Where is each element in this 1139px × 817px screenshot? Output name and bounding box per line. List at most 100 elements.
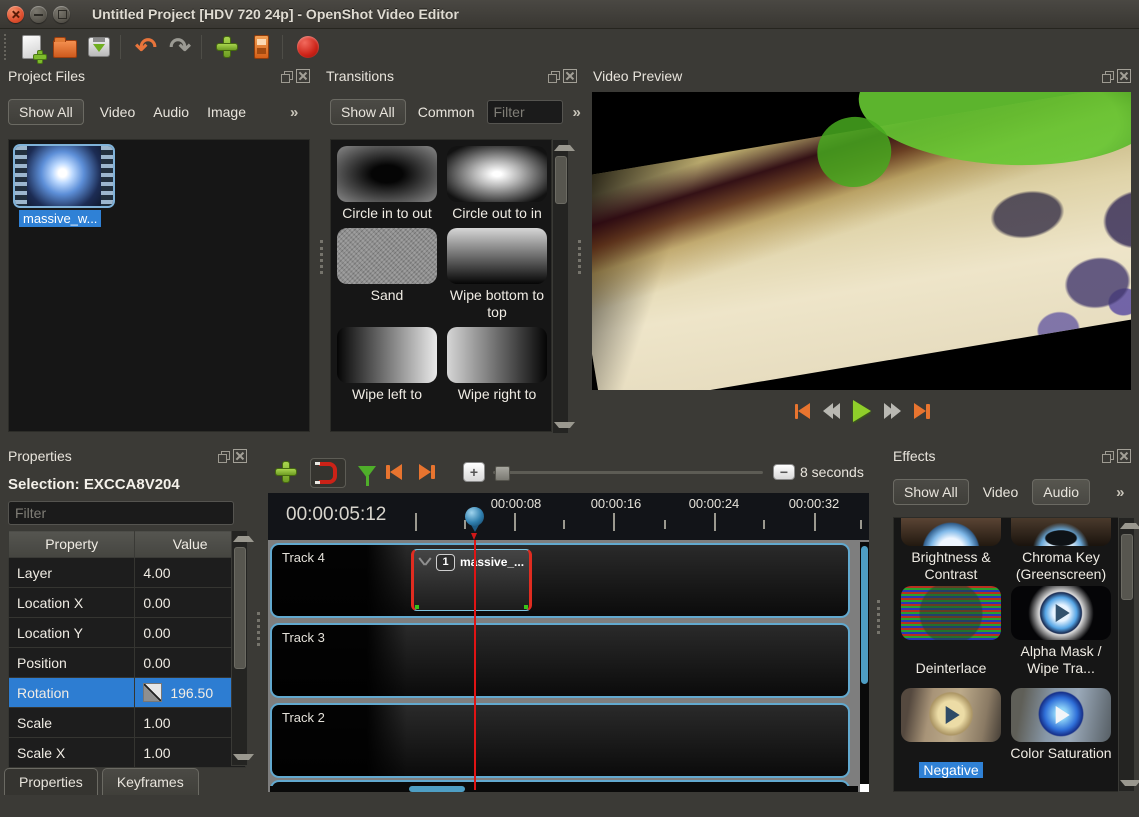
redo-button[interactable]: ↷: [165, 33, 195, 61]
transition-item[interactable]: Wipe bottom to top: [445, 228, 549, 321]
tab-properties[interactable]: Properties: [4, 768, 98, 795]
scrollbar-thumb[interactable]: [555, 156, 567, 204]
transitions-tab-common[interactable]: Common: [416, 100, 477, 124]
float-panel-icon[interactable]: [1102, 71, 1113, 82]
export-video-button[interactable]: [293, 33, 323, 61]
column-header-value[interactable]: Value: [135, 531, 246, 558]
open-project-button[interactable]: [50, 33, 80, 61]
project-files-tab-video[interactable]: Video: [98, 100, 138, 124]
scroll-up-icon[interactable]: [1120, 523, 1139, 529]
zoom-out-button[interactable]: −: [773, 458, 795, 486]
project-files-tab-image[interactable]: Image: [205, 100, 248, 124]
scroll-down-icon[interactable]: [554, 422, 575, 428]
property-row[interactable]: Scale X1.00: [9, 738, 246, 768]
timeline-clip[interactable]: 1 massive_...: [411, 549, 532, 611]
fast-forward-button[interactable]: [884, 403, 901, 419]
property-value[interactable]: 1.00: [135, 708, 246, 738]
transition-item[interactable]: Circle in to out: [335, 146, 439, 222]
previous-marker-button[interactable]: [386, 458, 402, 486]
timeline-tracks-area[interactable]: Track 4 1 massive_... Track 3 Track 2: [268, 540, 869, 792]
file-thumbnail[interactable]: [15, 146, 113, 206]
effects-overflow-chevron[interactable]: »: [1116, 484, 1124, 501]
playhead-marker[interactable]: [465, 507, 484, 540]
transition-item[interactable]: Wipe right to: [445, 327, 549, 403]
project-files-tab-audio[interactable]: Audio: [151, 100, 191, 124]
file-name-selected[interactable]: massive_w...: [19, 210, 101, 227]
property-row-selected[interactable]: Rotation 196.50: [9, 678, 246, 708]
add-track-button[interactable]: [276, 458, 296, 486]
effects-tab-show-all[interactable]: Show All: [893, 479, 969, 505]
property-row[interactable]: Position0.00: [9, 648, 246, 678]
slider-thumb[interactable]: [495, 466, 510, 481]
effects-tab-video[interactable]: Video: [981, 480, 1021, 504]
property-row[interactable]: Location Y0.00: [9, 618, 246, 648]
effects-scrollbar[interactable]: [1118, 517, 1135, 792]
import-sequence-button[interactable]: [246, 33, 276, 61]
transition-item[interactable]: Wipe left to: [335, 327, 439, 403]
toolbar-drag-handle[interactable]: [4, 34, 12, 60]
scroll-up-icon[interactable]: [233, 536, 254, 542]
next-marker-button[interactable]: [419, 458, 435, 486]
chevron-down-icon[interactable]: [420, 557, 430, 565]
timeline-ruler[interactable]: 00:00:05:12 00:00:08 00:00:16 00:00:24 0…: [268, 493, 869, 541]
project-files-tab-show-all[interactable]: Show All: [8, 99, 84, 125]
project-files-overflow-chevron[interactable]: »: [290, 104, 298, 121]
properties-scrollbar[interactable]: [231, 530, 248, 766]
splitter-handle[interactable]: [578, 240, 585, 274]
transitions-filter-input[interactable]: [487, 100, 563, 124]
transitions-tab-show-all[interactable]: Show All: [330, 99, 406, 125]
scrollbar-thumb[interactable]: [1121, 534, 1133, 600]
property-value[interactable]: 0.00: [135, 648, 246, 678]
track-3[interactable]: Track 3: [270, 623, 850, 698]
splitter-handle[interactable]: [320, 240, 327, 274]
float-panel-icon[interactable]: [281, 71, 292, 82]
scrollbar-thumb[interactable]: [861, 546, 868, 684]
effect-item[interactable]: Deinterlace: [898, 586, 1004, 677]
scrollbar-thumb[interactable]: [234, 547, 246, 669]
keyframe-interpolation-icon[interactable]: [143, 683, 162, 702]
jump-to-end-button[interactable]: [914, 403, 930, 419]
property-row[interactable]: Layer4.00: [9, 558, 246, 588]
scroll-down-icon[interactable]: [1120, 780, 1139, 786]
tab-keyframes[interactable]: Keyframes: [102, 768, 199, 795]
effect-item[interactable]: Chroma Key (Greenscreen): [1008, 518, 1114, 583]
track-2[interactable]: Track 2: [270, 703, 850, 778]
zoom-in-button[interactable]: +: [463, 458, 485, 486]
scroll-down-icon[interactable]: [233, 754, 254, 760]
property-value[interactable]: 196.50: [135, 678, 246, 708]
transitions-scrollbar[interactable]: [552, 139, 569, 434]
timeline-vertical-scrollbar[interactable]: [860, 542, 869, 785]
import-files-button[interactable]: [212, 33, 242, 61]
close-panel-icon[interactable]: [233, 449, 247, 463]
save-project-button[interactable]: [84, 33, 114, 61]
float-panel-icon[interactable]: [218, 451, 229, 462]
new-project-button[interactable]: [16, 33, 46, 61]
scrollbar-thumb[interactable]: [409, 786, 465, 792]
transition-item[interactable]: Circle out to in: [445, 146, 549, 222]
razor-tool-button[interactable]: [358, 458, 376, 486]
close-panel-icon[interactable]: [296, 69, 310, 83]
properties-filter-input[interactable]: [8, 501, 234, 525]
property-value[interactable]: 0.00: [135, 588, 246, 618]
window-close-button[interactable]: [7, 6, 24, 23]
property-value[interactable]: 1.00: [135, 738, 246, 768]
effect-item[interactable]: Alpha Mask / Wipe Tra...: [1008, 586, 1114, 677]
window-minimize-button[interactable]: [30, 6, 47, 23]
float-panel-icon[interactable]: [1102, 451, 1113, 462]
clip-handle[interactable]: [415, 605, 419, 609]
close-panel-icon[interactable]: [1117, 449, 1131, 463]
property-value[interactable]: 4.00: [135, 558, 246, 588]
jump-to-start-button[interactable]: [795, 403, 811, 419]
scroll-up-icon[interactable]: [554, 145, 575, 151]
snapping-toggle-button[interactable]: [310, 458, 346, 488]
rewind-button[interactable]: [823, 403, 840, 419]
close-panel-icon[interactable]: [1117, 69, 1131, 83]
property-row[interactable]: Location X0.00: [9, 588, 246, 618]
close-panel-icon[interactable]: [563, 69, 577, 83]
property-value[interactable]: 0.00: [135, 618, 246, 648]
effects-tab-audio[interactable]: Audio: [1032, 479, 1090, 505]
timeline-zoom-slider[interactable]: [493, 458, 763, 486]
timeline-horizontal-scrollbar[interactable]: [270, 786, 858, 792]
clip-handle[interactable]: [524, 605, 528, 609]
undo-button[interactable]: ↶: [131, 33, 161, 61]
